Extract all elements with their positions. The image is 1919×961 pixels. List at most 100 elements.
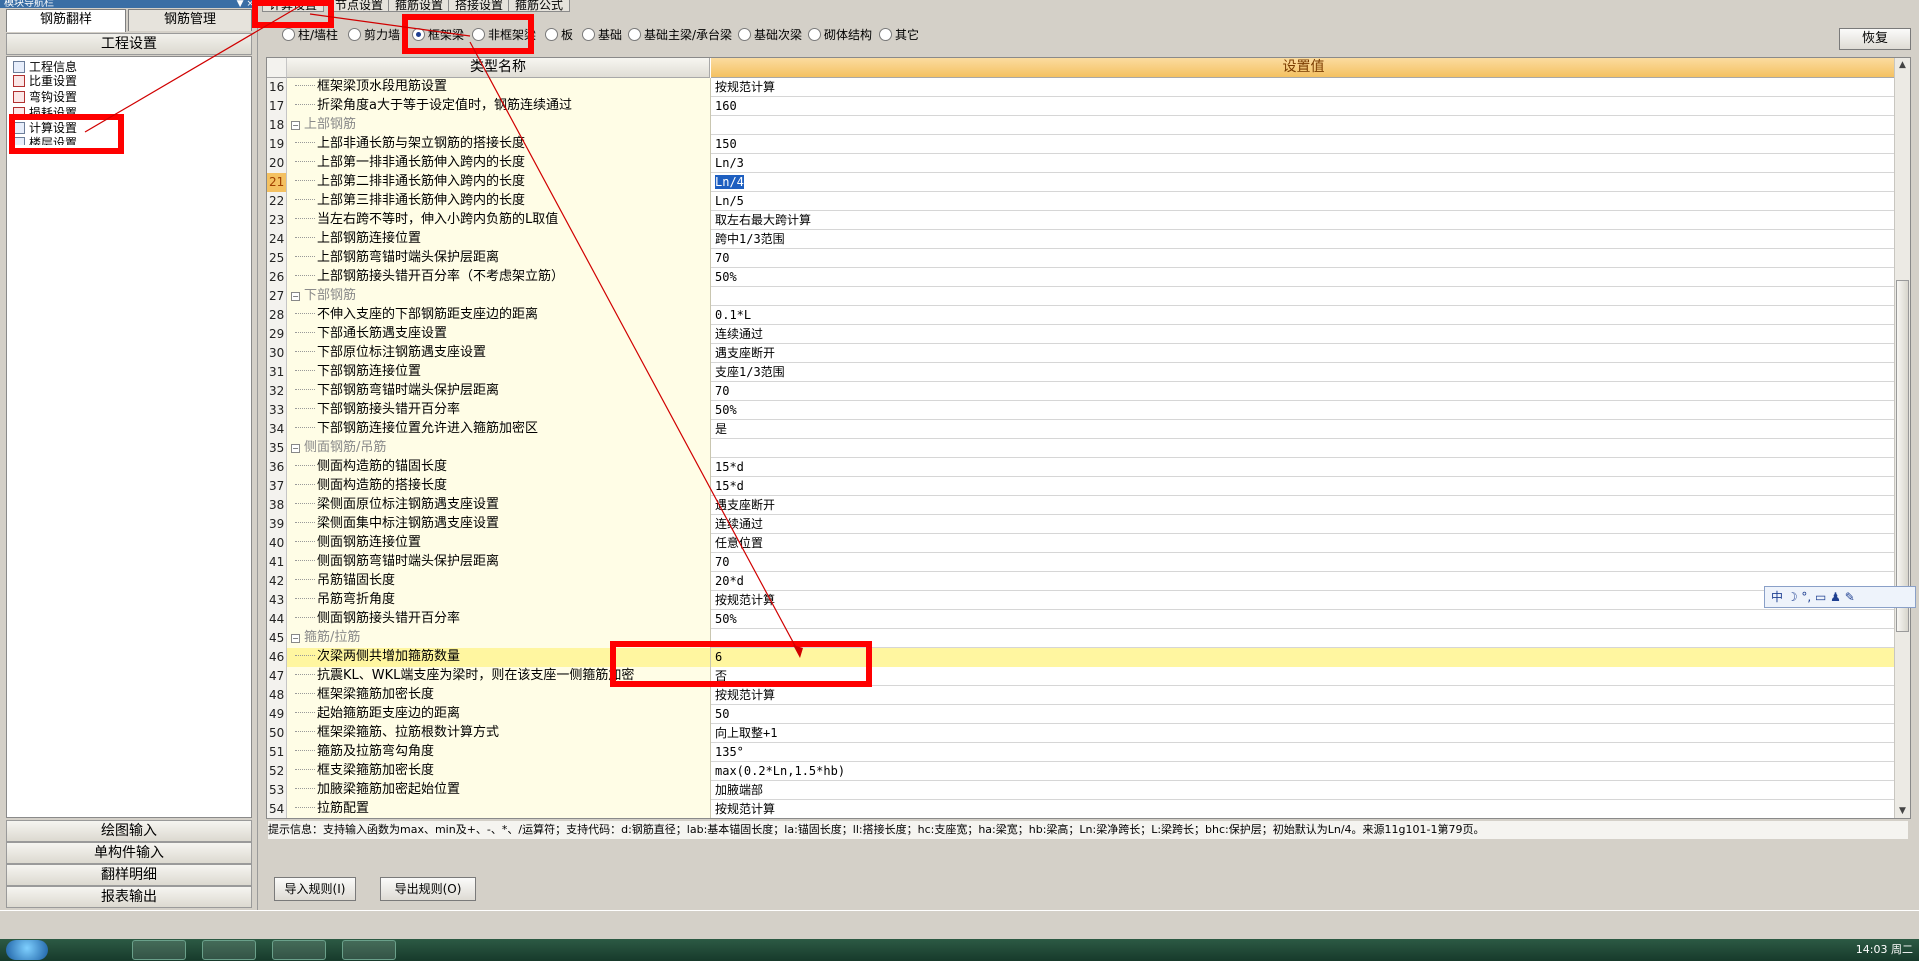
radio-masonry[interactable]: 砌体结构 — [808, 26, 872, 44]
setting-value-cell[interactable]: 160 — [711, 97, 1896, 116]
table-row[interactable]: 40 侧面钢筋连接位置 任意位置 — [267, 534, 1896, 553]
import-rules-button[interactable]: 导入规则(I) — [274, 877, 356, 901]
table-row[interactable]: 48 框架梁箍筋加密长度 按规范计算 — [267, 686, 1896, 705]
radio-foundation[interactable]: 基础 — [582, 26, 622, 44]
radio-foundation-main-beam[interactable]: 基础主梁/承台梁 — [628, 26, 732, 44]
table-row[interactable]: 39 梁侧面集中标注钢筋遇支座设置 连续通过 — [267, 515, 1896, 534]
setting-value-cell[interactable]: 跨中1/3范围 — [711, 230, 1896, 249]
radio-foundation-secondary-beam[interactable]: 基础次梁 — [738, 26, 802, 44]
table-row[interactable]: 17 折梁角度a大于等于设定值时，钢筋连续通过 160 — [267, 97, 1896, 116]
table-row[interactable]: 30 下部原位标注钢筋遇支座设置 遇支座断开 — [267, 344, 1896, 363]
setting-value-cell[interactable]: 50% — [711, 401, 1896, 420]
collapse-icon[interactable]: − — [291, 444, 300, 453]
setting-value-cell[interactable]: 向上取整+1 — [711, 724, 1896, 743]
tab-rebar-layout[interactable]: 钢筋翻样 — [6, 9, 126, 32]
setting-value[interactable]: 50% — [715, 612, 737, 626]
setting-value-cell[interactable]: 是 — [711, 420, 1896, 439]
setting-value-cell[interactable]: Ln/3 — [711, 154, 1896, 173]
taskbar-app-3-icon[interactable] — [272, 940, 326, 960]
setting-value-cell[interactable]: 按规范计算 — [711, 591, 1896, 610]
table-row[interactable]: 24 上部钢筋连接位置 跨中1/3范围 — [267, 230, 1896, 249]
group-row[interactable]: 18− 上部钢筋 — [267, 116, 1896, 135]
setting-value-cell[interactable]: Ln/4 — [711, 173, 1896, 192]
table-row[interactable]: 41 侧面钢筋弯锚时端头保护层距离 70 — [267, 553, 1896, 572]
setting-value-cell[interactable] — [711, 116, 1896, 135]
setting-value[interactable]: 跨中1/3范围 — [715, 232, 785, 246]
setting-value[interactable]: Ln/5 — [715, 194, 744, 208]
tab-stirrup-formula[interactable]: 箍筋公式 — [508, 0, 571, 12]
scroll-down-icon[interactable]: ▼ — [1895, 804, 1910, 818]
setting-value-cell[interactable] — [711, 439, 1896, 458]
radio-slab[interactable]: 板 — [545, 26, 573, 44]
table-row[interactable]: 33 下部钢筋接头错开百分率 50% — [267, 401, 1896, 420]
tab-stirrup-settings[interactable]: 箍筋设置 — [388, 0, 451, 12]
table-row[interactable]: 43 吊筋弯折角度 按规范计算 — [267, 591, 1896, 610]
nav-single-member-input[interactable]: 单构件输入 — [6, 842, 252, 864]
setting-value[interactable]: 取左右最大跨计算 — [715, 213, 811, 227]
setting-value[interactable]: 加腋端部 — [715, 783, 763, 797]
setting-value[interactable]: 15*d — [715, 479, 744, 493]
setting-value-cell[interactable]: 否 — [711, 667, 1896, 686]
nav-report-output[interactable]: 报表输出 — [6, 886, 252, 908]
table-row[interactable]: 20 上部第一排非通长筋伸入跨内的长度 Ln/3 — [267, 154, 1896, 173]
collapse-icon[interactable]: − — [291, 634, 300, 643]
setting-value-cell[interactable]: 0.1*L — [711, 306, 1896, 325]
taskbar-clock[interactable]: 14:03 周二 — [1856, 939, 1913, 961]
taskbar-app-4-icon[interactable] — [342, 940, 396, 960]
table-row[interactable]: 16 框架梁顶水段甩筋设置 按规范计算 — [267, 78, 1896, 97]
table-row[interactable]: 49 起始箍筋距支座边的距离 50 — [267, 705, 1896, 724]
setting-value[interactable]: 按规范计算 — [715, 688, 775, 702]
table-row[interactable]: 29 下部通长筋遇支座设置 连续通过 — [267, 325, 1896, 344]
setting-value-cell[interactable]: 150 — [711, 135, 1896, 154]
table-row[interactable]: 46 次梁两侧共增加箍筋数量 6 — [267, 648, 1896, 667]
collapse-icon[interactable]: − — [291, 292, 300, 301]
setting-value-cell[interactable]: 遇支座断开 — [711, 496, 1896, 515]
table-row[interactable]: 21 上部第二排非通长筋伸入跨内的长度 Ln/4 — [267, 173, 1896, 192]
table-row[interactable]: 25 上部钢筋弯锚时端头保护层距离 70 — [267, 249, 1896, 268]
setting-value[interactable]: 70 — [715, 384, 729, 398]
start-button-icon[interactable] — [6, 940, 48, 960]
project-settings-header[interactable]: 工程设置 — [6, 33, 252, 55]
setting-value-cell[interactable]: 任意位置 — [711, 534, 1896, 553]
tree-item-loss[interactable]: 损耗设置 — [13, 106, 77, 114]
setting-value-cell[interactable]: 支座1/3范围 — [711, 363, 1896, 382]
column-header-value[interactable]: 设置值 — [711, 58, 1896, 78]
vertical-scrollbar[interactable]: ▲ ▼ — [1894, 58, 1910, 818]
scroll-up-icon[interactable]: ▲ — [1895, 58, 1910, 72]
taskbar-app-1-icon[interactable] — [132, 940, 186, 960]
setting-value[interactable]: Ln/3 — [715, 156, 744, 170]
setting-value[interactable]: 50 — [715, 707, 729, 721]
setting-value[interactable]: 是 — [715, 422, 727, 436]
setting-value[interactable]: 连续通过 — [715, 517, 763, 531]
setting-value-cell[interactable]: 70 — [711, 382, 1896, 401]
ime-toolbar[interactable]: 中 ☽ °, ▭ ♟ ✎ — [1764, 586, 1916, 608]
setting-value[interactable]: 50% — [715, 403, 737, 417]
setting-value[interactable]: Ln/4 — [715, 175, 744, 189]
table-row[interactable]: 47 抗震KL、WKL端支座为梁时，则在该支座一侧箍筋加密 否 — [267, 667, 1896, 686]
table-row[interactable]: 23 当左右跨不等时，伸入小跨内负筋的L取值 取左右最大跨计算 — [267, 211, 1896, 230]
setting-value[interactable]: 按规范计算 — [715, 593, 775, 607]
setting-value[interactable]: 0.1*L — [715, 308, 751, 322]
setting-value-cell[interactable]: 遇支座断开 — [711, 344, 1896, 363]
collapse-icon[interactable]: − — [291, 121, 300, 130]
setting-value[interactable]: 按规范计算 — [715, 80, 775, 94]
export-rules-button[interactable]: 导出规则(O) — [380, 877, 476, 901]
table-row[interactable]: 51 箍筋及拉筋弯勾角度 135° — [267, 743, 1896, 762]
setting-value-cell[interactable]: 70 — [711, 249, 1896, 268]
tree-item-project-info[interactable]: 工程信息 — [13, 60, 77, 75]
table-row[interactable]: 53 加腋梁箍筋加密起始位置 加腋端部 — [267, 781, 1896, 800]
setting-value-cell[interactable]: 连续通过 — [711, 515, 1896, 534]
tab-lap-settings[interactable]: 搭接设置 — [448, 0, 511, 12]
setting-value[interactable]: 按规范计算 — [715, 802, 775, 816]
table-row[interactable]: 31 下部钢筋连接位置 支座1/3范围 — [267, 363, 1896, 382]
setting-value-cell[interactable]: 50 — [711, 705, 1896, 724]
setting-value-cell[interactable]: 20*d — [711, 572, 1896, 591]
table-row[interactable]: 19 上部非通长筋与架立钢筋的搭接长度 150 — [267, 135, 1896, 154]
nav-drawing-input[interactable]: 绘图输入 — [6, 820, 252, 842]
tab-node-settings[interactable]: 节点设置 — [328, 0, 391, 12]
setting-value[interactable]: 遇支座断开 — [715, 346, 775, 360]
setting-value[interactable]: 20*d — [715, 574, 744, 588]
setting-value[interactable]: 70 — [715, 251, 729, 265]
setting-value-cell[interactable]: 50% — [711, 610, 1896, 629]
group-row[interactable]: 27− 下部钢筋 — [267, 287, 1896, 306]
